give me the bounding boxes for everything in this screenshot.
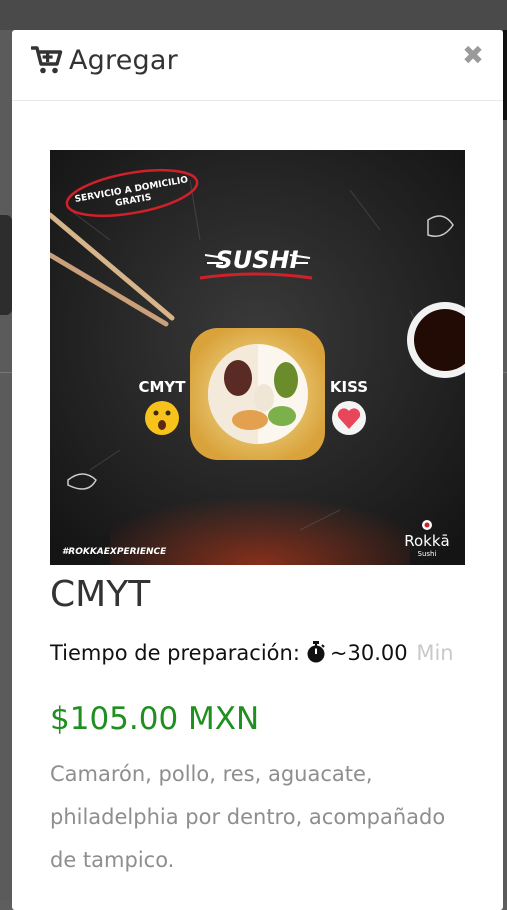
- background-banner-edge: [503, 30, 507, 120]
- product-price: $105.00 MXN: [50, 701, 260, 737]
- image-left-label: CMYT: [138, 378, 186, 396]
- modal-title: Agregar: [69, 45, 178, 76]
- product-image: SERVICIO A DOMICILIO GRATIS SUSHI CMYT K…: [50, 150, 465, 565]
- stopwatch-icon: [307, 641, 325, 663]
- image-right-label: KISS: [330, 378, 368, 396]
- add-to-cart-modal: Agregar ✖ SERVICIO A DOMICILIO GRATIS SU…: [12, 30, 503, 910]
- product-name: CMYT: [50, 574, 151, 615]
- cart-plus-icon: [31, 46, 63, 74]
- image-brand: Rokkā: [404, 532, 450, 550]
- product-description: Camarón, pollo, res, aguacate, philadelp…: [50, 762, 446, 872]
- modal-header: Agregar ✖: [12, 30, 503, 101]
- background-header: [0, 0, 507, 30]
- close-button[interactable]: ✖: [461, 42, 485, 70]
- preparation-time: Tiempo de preparación: ~30.00 Min: [50, 640, 454, 666]
- background-divider: [0, 372, 12, 373]
- prep-unit: Min: [416, 641, 454, 665]
- image-heading: SUSHI: [215, 246, 298, 274]
- prep-value: ~30.00: [329, 641, 408, 665]
- background-divider: [503, 372, 507, 373]
- prep-label: Tiempo de preparación:: [50, 641, 300, 665]
- image-hashtag: #ROKKAEXPERIENCE: [62, 547, 167, 557]
- background-product-thumbnail: [0, 215, 12, 315]
- image-brand-sub: Sushi: [418, 550, 437, 558]
